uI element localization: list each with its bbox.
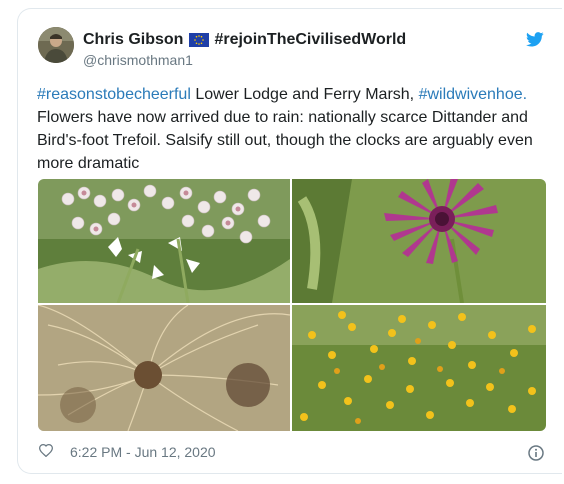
tweet-text-part: Lower Lodge and Ferry Marsh, [190,86,419,103]
heart-icon[interactable] [38,443,54,460]
tweet-text-part: Flowers have now arrived due to rain: na… [37,109,533,172]
eu-flag-icon [189,33,210,47]
tweet-timestamp[interactable]: 6:22 PM - Jun 12, 2020 [70,444,216,460]
photo-grid [38,179,546,431]
salsify-seedhead-clock-photo[interactable] [38,304,291,431]
author-name-row[interactable]: Chris Gibson #rejoinTheCivilisedWorld [83,31,406,49]
dittander-flowers-photo[interactable] [38,179,290,304]
author-handle[interactable]: @chrismothman1 [83,52,193,68]
hashtag-link[interactable]: #reasonstobecheerful [37,86,191,103]
tweet-card: Chris Gibson #rejoinTheCivilisedWorld @c… [17,8,562,474]
tweet-footer: 6:22 PM - Jun 12, 2020 [38,443,216,460]
twitter-bird-icon[interactable] [526,32,544,52]
salsify-flower-photo[interactable] [292,179,546,304]
author-name[interactable]: Chris Gibson [83,31,183,49]
info-icon[interactable] [528,445,544,466]
hashtag-link[interactable]: #wildwivenhoe. [419,86,528,103]
birds-foot-trefoil-photo[interactable] [292,305,546,431]
tweet-text: #reasonstobecheerful Lower Lodge and Fer… [37,83,552,175]
author-name-hashtag[interactable]: #rejoinTheCivilisedWorld [214,31,406,49]
avatar[interactable] [38,27,74,63]
